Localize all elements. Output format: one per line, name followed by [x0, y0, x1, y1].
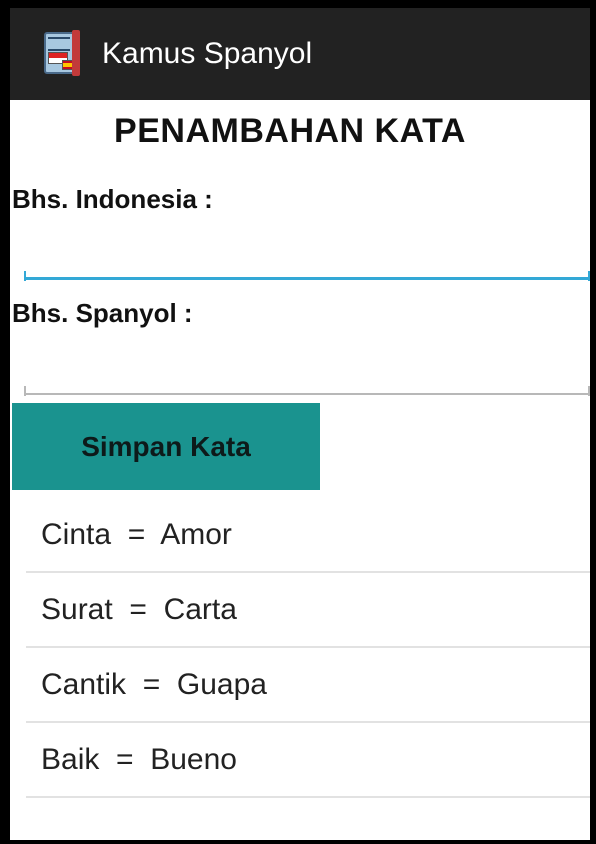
action-bar: Kamus Spanyol: [10, 8, 590, 100]
device-screen: Kamus Spanyol PENAMBAHAN KATA Bhs. Indon…: [0, 0, 596, 844]
indonesia-input-edge-left: [24, 271, 26, 281]
app-title: Kamus Spanyol: [102, 37, 313, 70]
spanyol-input-edge-right: [588, 386, 590, 396]
page-title: PENAMBAHAN KATA: [114, 112, 466, 150]
indonesia-label: Bhs. Indonesia :: [12, 184, 213, 214]
spanyol-input-edge-left: [24, 386, 26, 396]
word-list-item[interactable]: Cantik = Guapa: [26, 648, 590, 723]
word-list-item[interactable]: Cinta = Amor: [26, 498, 590, 573]
spanyol-label: Bhs. Spanyol :: [12, 298, 193, 328]
save-word-button[interactable]: Simpan Kata: [12, 403, 320, 490]
word-list: Cinta = Amor Surat = Carta Cantik = Guap…: [26, 498, 590, 798]
word-list-item[interactable]: Surat = Carta: [26, 573, 590, 648]
spanyol-input[interactable]: [24, 351, 590, 395]
indonesia-input-edge-right: [588, 271, 590, 281]
dictionary-book-icon[interactable]: [40, 30, 84, 78]
word-list-item[interactable]: Baik = Bueno: [26, 723, 590, 798]
indonesia-input[interactable]: [24, 236, 590, 280]
